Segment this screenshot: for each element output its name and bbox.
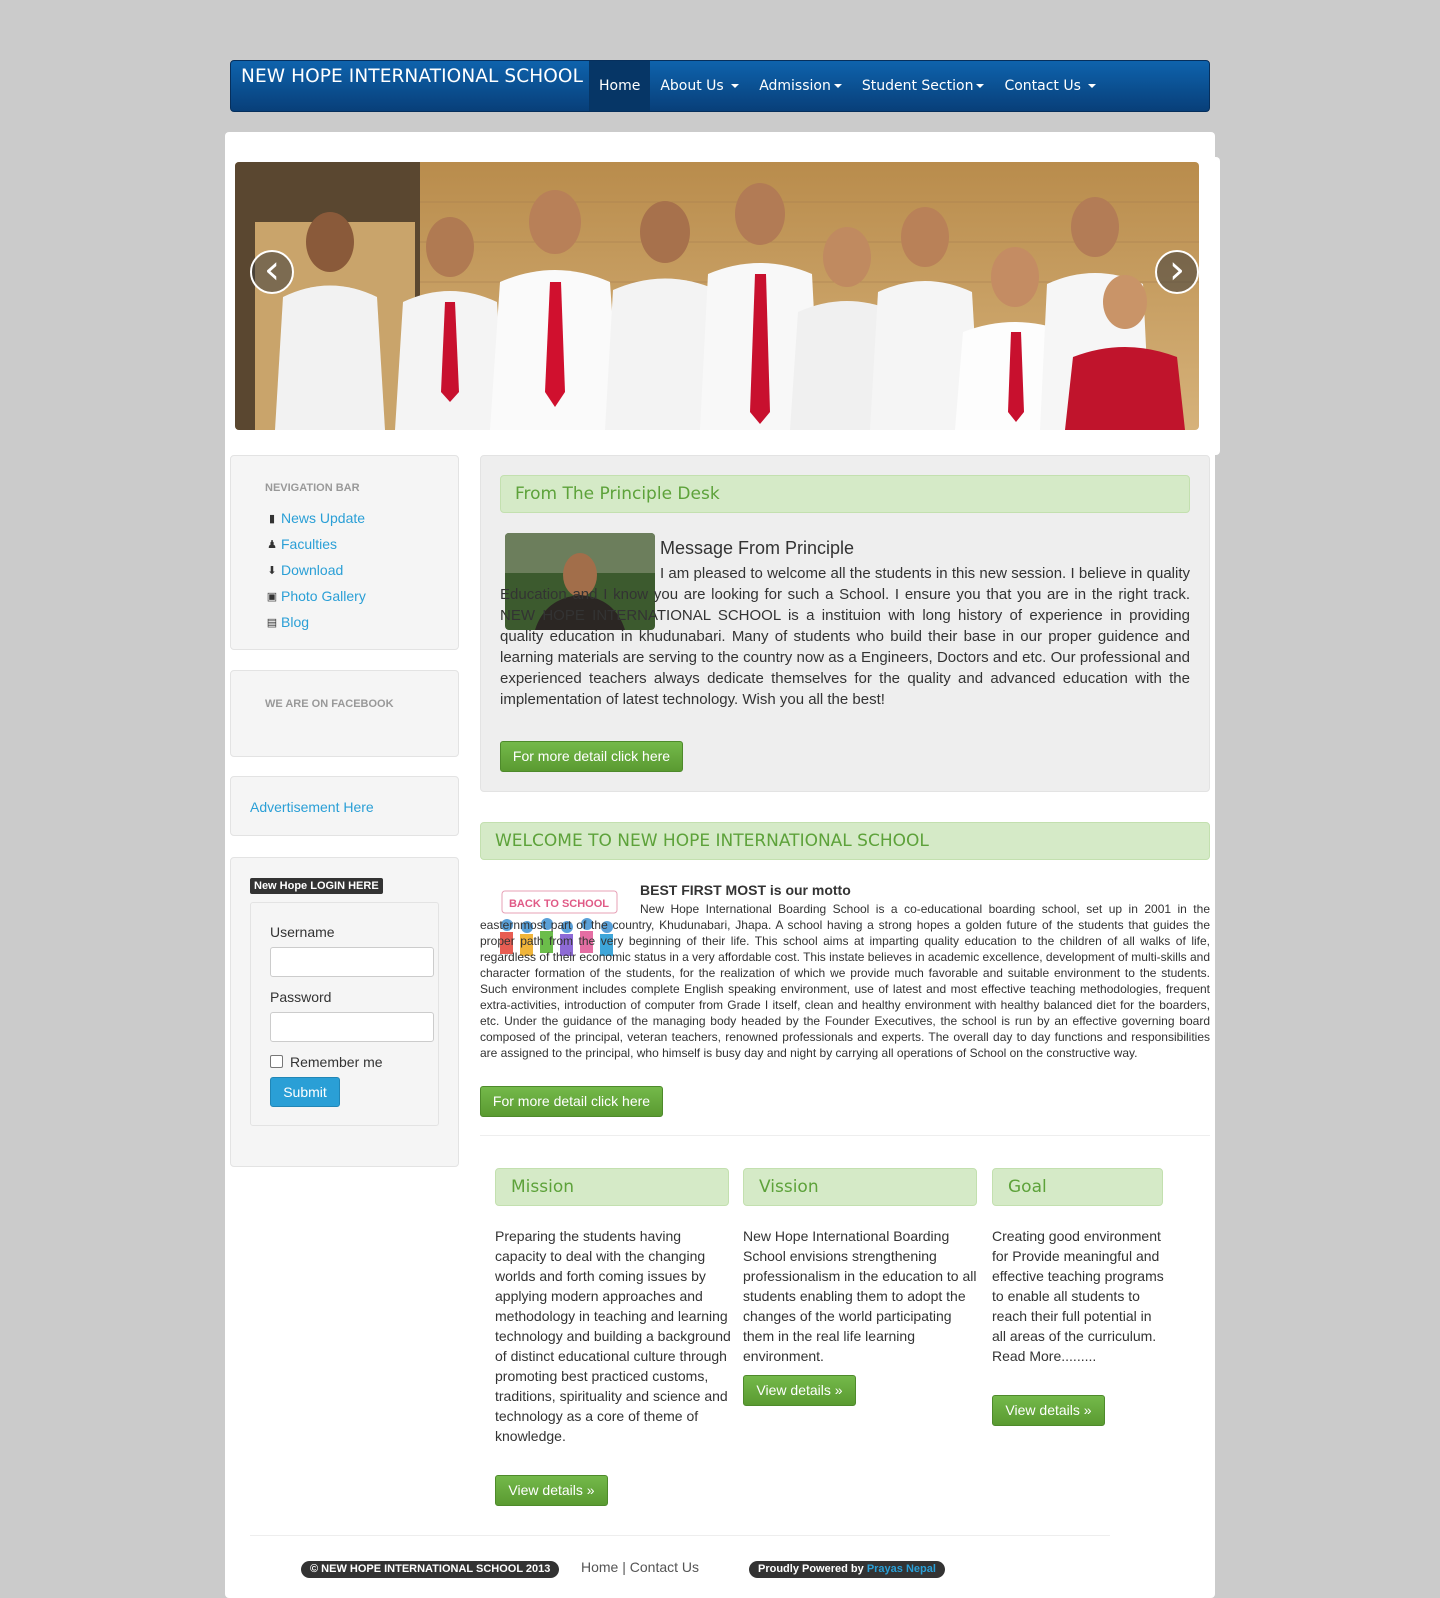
nav-menu: Home About Us Admission Student Section …: [589, 61, 1106, 111]
user-icon: ♟: [267, 538, 277, 551]
list-icon: ▤: [266, 616, 278, 629]
sidebar-item-faculties[interactable]: ♟ Faculties: [265, 531, 366, 557]
carousel-edge: [1210, 157, 1220, 455]
motto-heading: BEST FIRST MOST is our motto: [640, 882, 851, 898]
sidebar-item-photo-gallery[interactable]: ▣ Photo Gallery: [265, 583, 366, 609]
remember-checkbox[interactable]: [270, 1055, 283, 1068]
sidebar-item-news-update[interactable]: ▮ News Update: [265, 505, 366, 531]
welcome-text: New Hope International Boarding School i…: [480, 902, 1210, 1060]
principal-message-heading: Message From Principle: [660, 538, 855, 558]
principal-more-button[interactable]: For more detail click here: [500, 741, 683, 772]
principal-desk-title: From The Principle Desk: [500, 475, 1190, 513]
remember-label: Remember me: [290, 1054, 383, 1070]
picture-icon: ▣: [266, 590, 278, 603]
divider: [480, 1135, 1210, 1136]
nav-item-student-section[interactable]: Student Section: [852, 61, 995, 111]
nav-item-contact-us[interactable]: Contact Us: [994, 61, 1106, 111]
username-label: Username: [270, 924, 335, 940]
copyright-badge: © NEW HOPE INTERNATIONAL SCHOOL 2013: [301, 1561, 560, 1578]
vission-view-details-button[interactable]: View details »: [743, 1375, 856, 1406]
powered-by-text: Proudly Powered by: [758, 1563, 864, 1575]
welcome-more-button[interactable]: For more detail click here: [480, 1086, 663, 1117]
sidebar-item-download[interactable]: ⬇ Download: [265, 557, 366, 583]
mission-text: Preparing the students having capacity t…: [495, 1228, 731, 1444]
principal-message-text: I am pleased to welcome all the students…: [500, 565, 1190, 708]
caret-down-icon: [976, 84, 985, 88]
vission-title: Vission: [743, 1168, 977, 1206]
top-navbar: NEW HOPE INTERNATIONAL SCHOOL Home About…: [230, 60, 1210, 112]
sidebar-nav-header: NEVIGATION BAR: [265, 482, 360, 494]
footer-contact-link[interactable]: Contact Us: [630, 1559, 699, 1575]
facebook-header: WE ARE ON FACEBOOK: [265, 698, 394, 710]
vission-text: New Hope International Boarding School e…: [743, 1228, 977, 1364]
caret-down-icon: [731, 84, 740, 88]
powered-by-badge: Proudly Powered by Prayas Nepal: [749, 1561, 945, 1578]
carousel-next-button[interactable]: ›: [1155, 250, 1199, 294]
nav-item-about-us[interactable]: About Us: [650, 61, 749, 111]
advertisement-link[interactable]: Advertisement Here: [250, 799, 374, 815]
caret-down-icon: [833, 84, 842, 88]
download-icon: ⬇: [267, 564, 277, 577]
username-input[interactable]: [270, 947, 434, 977]
goal-title: Goal: [992, 1168, 1163, 1206]
welcome-title: WELCOME TO NEW HOPE INTERNATIONAL SCHOOL: [480, 822, 1210, 860]
hero-carousel: [235, 162, 1199, 430]
password-input[interactable]: [270, 1012, 434, 1042]
footer-home-link[interactable]: Home: [581, 1559, 618, 1575]
facebook-well: [230, 670, 459, 757]
caret-down-icon: [1088, 84, 1097, 88]
login-badge: New Hope LOGIN HERE: [250, 878, 383, 894]
submit-button[interactable]: Submit: [270, 1077, 340, 1107]
footer-links: Home | Contact Us: [581, 1559, 699, 1575]
sidebar-item-blog[interactable]: ▤ Blog: [265, 609, 366, 635]
footer-separator: |: [622, 1559, 626, 1575]
nav-item-home[interactable]: Home: [589, 61, 651, 111]
students-photo: [235, 162, 1199, 430]
prayas-nepal-link[interactable]: Prayas Nepal: [867, 1563, 936, 1575]
carousel-prev-button[interactable]: ‹: [250, 250, 294, 294]
footer-divider: [250, 1535, 1110, 1536]
brand-title[interactable]: NEW HOPE INTERNATIONAL SCHOOL: [241, 66, 583, 87]
sidebar-nav-list: ▮ News Update ♟ Faculties ⬇ Download ▣ Photo…: [265, 505, 366, 635]
goal-text: Creating good environment for Provide me…: [992, 1228, 1164, 1364]
mission-view-details-button[interactable]: View details »: [495, 1475, 608, 1506]
book-icon: ▮: [268, 512, 276, 525]
nav-item-admission[interactable]: Admission: [749, 61, 852, 111]
password-label: Password: [270, 989, 332, 1005]
goal-view-details-button[interactable]: View details »: [992, 1395, 1105, 1426]
mission-title: Mission: [495, 1168, 729, 1206]
